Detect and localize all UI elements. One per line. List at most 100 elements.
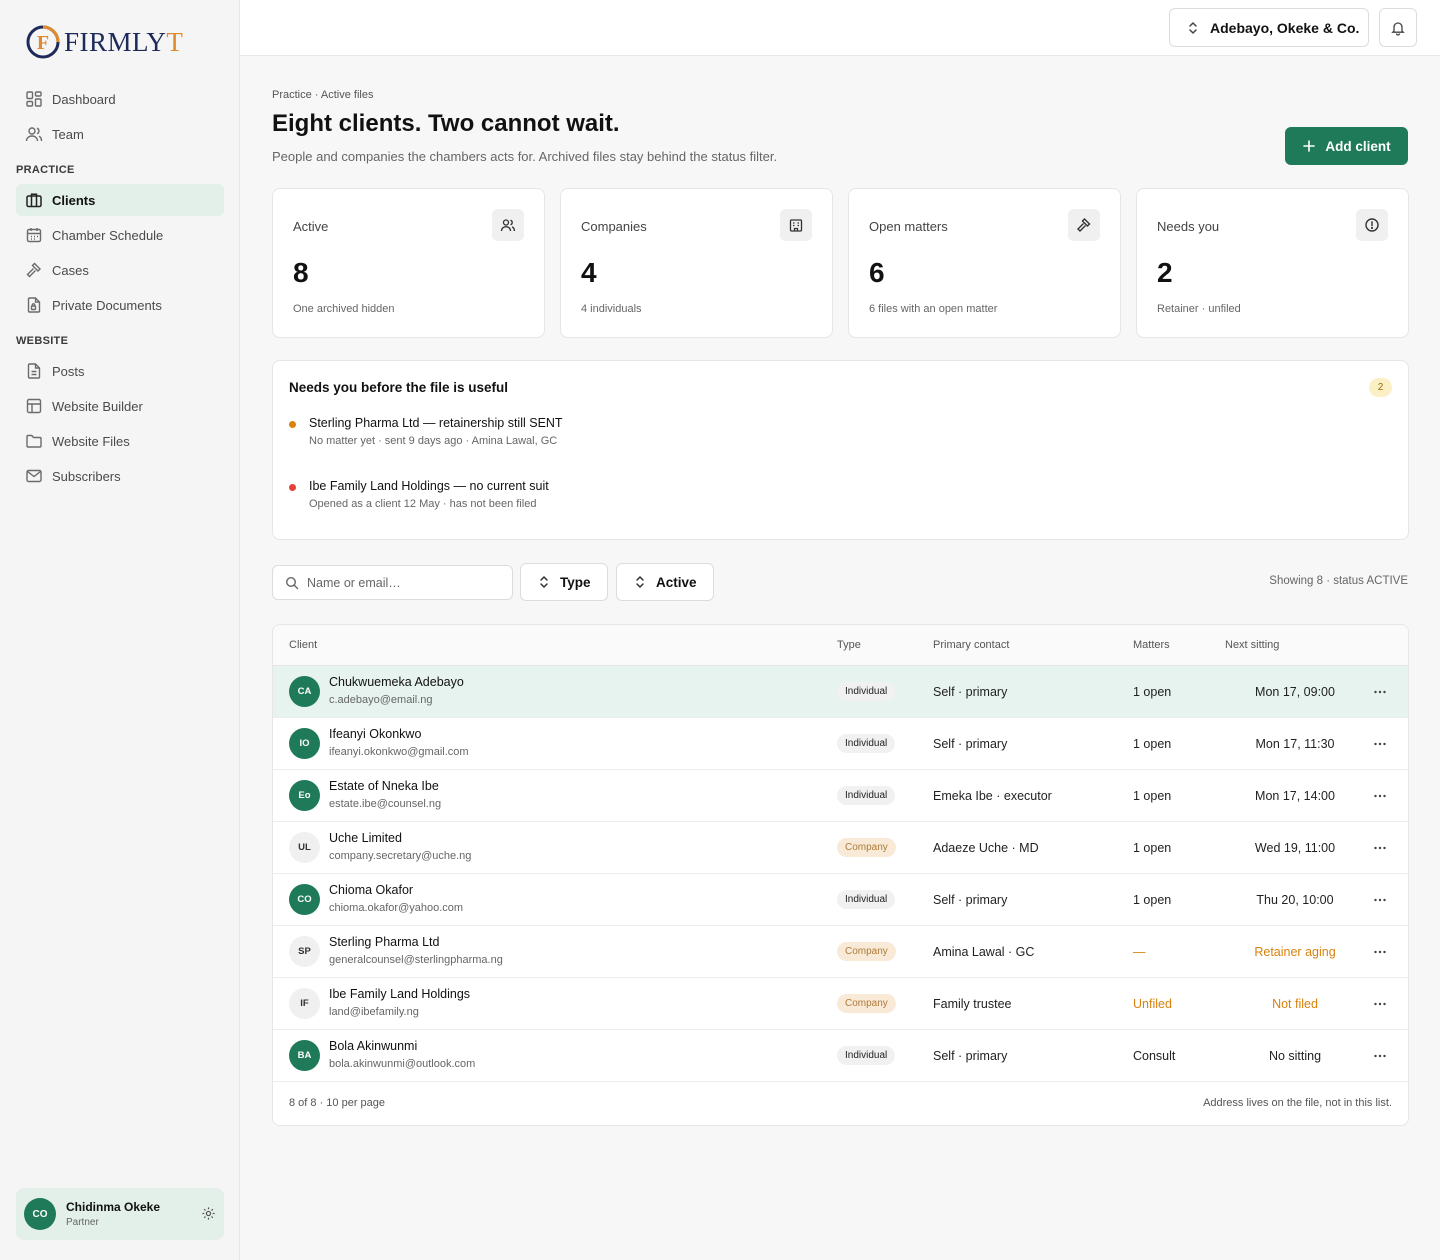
sidebar-item-cases[interactable]: Cases [16,254,224,286]
notifications-button[interactable] [1379,8,1417,47]
matters-status: 1 open [1133,685,1172,699]
primary-contact: Self · primary [933,685,1008,699]
user-role: Partner [66,1217,99,1228]
dashboard-icon [26,91,42,107]
stat-icon-box [780,209,812,241]
column-header-type[interactable]: Type [837,639,861,651]
sidebar-item-label: Clients [52,192,96,208]
brand-name: FIRMLYT [64,26,184,57]
type-badge: Individual [837,890,896,909]
stat-icon-box [1356,209,1388,241]
sidebar-item-posts[interactable]: Posts [16,355,224,387]
type-filter-button[interactable]: Type [520,563,608,601]
column-header-next-sitting[interactable]: Next sitting [1225,639,1279,651]
user-card[interactable]: CO Chidinma Okeke Partner [16,1188,224,1240]
avatar: CA [289,676,320,707]
client-email: company.secretary@uche.ng [329,850,472,862]
table-footnote: Address lives on the file, not in this l… [1203,1097,1392,1109]
type-badge: Individual [837,1046,896,1065]
next-sitting: No sitting [1268,1049,1322,1063]
needs-attention-panel: Needs you before the file is useful 2 St… [272,360,1409,540]
client-name[interactable]: Bola Akinwunmi [329,1039,417,1053]
table-row[interactable]: CA Chukwuemeka Adebayo c.adebayo@email.n… [273,666,1408,718]
org-switcher[interactable]: Adebayo, Okeke & Co. [1169,8,1369,47]
alert-circle-icon [1365,218,1379,232]
avatar: BA [289,1040,320,1071]
stat-note: One archived hidden [293,303,395,315]
table-row[interactable]: IF Ibe Family Land Holdings land@ibefami… [273,978,1408,1030]
column-header-matters[interactable]: Matters [1133,639,1170,651]
client-email: ifeanyi.okonkwo@gmail.com [329,746,469,758]
client-name[interactable]: Estate of Nneka Ibe [329,779,439,793]
clients-table: Client Type Primary contact Matters Next… [272,624,1409,1126]
sidebar-item-website-builder[interactable]: Website Builder [16,390,224,422]
sidebar-item-subscribers[interactable]: Subscribers [16,460,224,492]
firmly-logo-icon: F [26,25,60,59]
client-name[interactable]: Chioma Okafor [329,883,413,897]
table-row[interactable]: Eo Estate of Nneka Ibe estate.ibe@counse… [273,770,1408,822]
more-horizontal-icon [1374,846,1386,850]
client-name[interactable]: Uche Limited [329,831,402,845]
next-sitting: Retainer aging [1254,945,1336,959]
sidebar-item-label: Chamber Schedule [52,227,164,243]
sidebar-item-label: Cases [52,262,89,278]
row-actions-button[interactable] [1370,994,1390,1014]
sidebar-item-dashboard[interactable]: Dashboard [16,83,224,115]
type-badge: Company [837,838,896,857]
search-box [272,565,513,600]
page-subtitle: People and companies the chambers acts f… [272,149,778,164]
sidebar-item-private-documents[interactable]: Private Documents [16,289,224,321]
table-row[interactable]: BA Bola Akinwunmi bola.akinwunmi@outlook… [273,1030,1408,1082]
matters-status: Unfiled [1133,997,1172,1011]
stat-icon-box [492,209,524,241]
client-name[interactable]: Chukwuemeka Adebayo [329,675,464,689]
type-filter-label: Type [560,574,591,590]
row-actions-button[interactable] [1370,838,1390,858]
more-horizontal-icon [1374,898,1386,902]
sidebar-item-label: Subscribers [52,468,121,484]
primary-contact: Self · primary [933,1049,1008,1063]
sidebar-item-chamber-schedule[interactable]: Chamber Schedule [16,219,224,251]
search-input[interactable] [307,575,497,590]
sidebar-item-website-files[interactable]: Website Files [16,425,224,457]
chevron-up-down-icon [636,575,644,589]
table-row[interactable]: SP Sterling Pharma Ltd generalcounsel@st… [273,926,1408,978]
add-client-button[interactable]: Add client [1285,127,1408,165]
row-actions-button[interactable] [1370,734,1390,754]
column-header-primary-contact[interactable]: Primary contact [933,639,1009,651]
status-filter-button[interactable]: Active [616,563,714,601]
client-name[interactable]: Ifeanyi Okonkwo [329,727,421,741]
next-sitting: Wed 19, 11:00 [1254,841,1336,855]
table-row[interactable]: IO Ifeanyi Okonkwo ifeanyi.okonkwo@gmail… [273,718,1408,770]
client-email: c.adebayo@email.ng [329,694,433,706]
client-name[interactable]: Ibe Family Land Holdings [329,987,470,1001]
needs-title: Needs you before the file is useful [289,380,509,395]
table-row[interactable]: UL Uche Limited company.secretary@uche.n… [273,822,1408,874]
row-actions-button[interactable] [1370,786,1390,806]
row-actions-button[interactable] [1370,682,1390,702]
sidebar-item-clients[interactable]: Clients [16,184,224,216]
stat-value: 2 [1157,257,1173,288]
sidebar-item-label: Team [52,126,84,142]
more-horizontal-icon [1374,690,1386,694]
matters-status: 1 open [1133,737,1172,751]
sidebar-item-label: Dashboard [52,91,116,107]
row-actions-button[interactable] [1370,942,1390,962]
brand-logo[interactable]: F FIRMLYT [25,24,183,60]
client-email: generalcounsel@sterlingpharma.ng [329,954,503,966]
svg-text:F: F [37,32,49,54]
row-actions-button[interactable] [1370,1046,1390,1066]
type-badge: Individual [837,682,896,701]
column-header-client[interactable]: Client [289,639,317,651]
type-badge: Individual [837,786,896,805]
sidebar: F FIRMLYT Dashboard Team PRACTICE Client… [0,0,240,1260]
sidebar-item-team[interactable]: Team [16,118,224,150]
need-subtitle: Opened as a client 12 May · has not been… [309,498,537,510]
gear-icon[interactable] [201,1206,216,1221]
table-row[interactable]: CO Chioma Okafor chioma.okafor@yahoo.com… [273,874,1408,926]
client-name[interactable]: Sterling Pharma Ltd [329,935,439,949]
row-actions-button[interactable] [1370,890,1390,910]
type-badge: Company [837,942,896,961]
next-sitting: Mon 17, 09:00 [1255,685,1335,699]
pagination-summary: 8 of 8 · 10 per page [289,1097,386,1109]
